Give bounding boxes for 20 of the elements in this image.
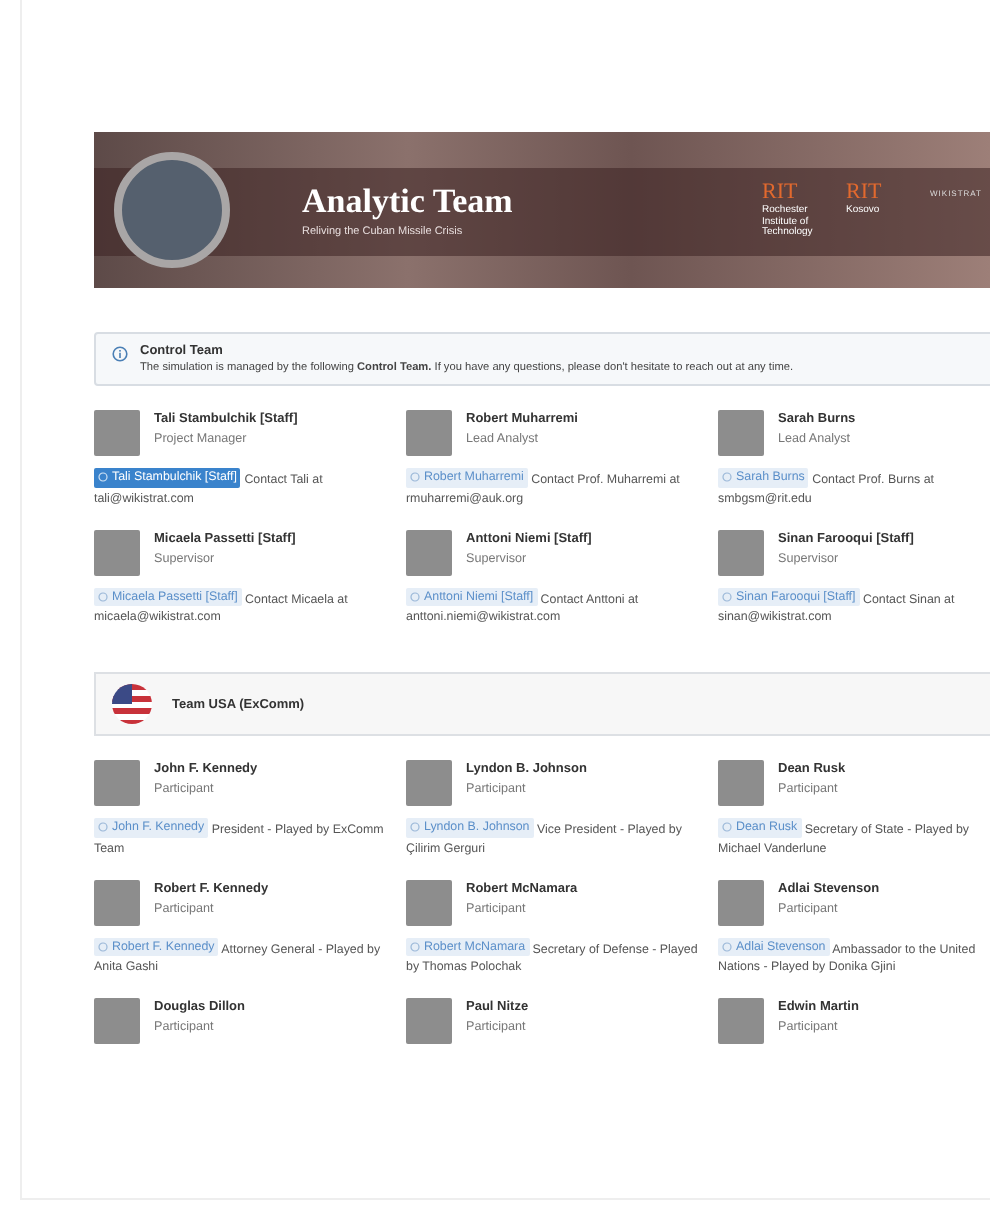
photo-placeholder: [406, 529, 452, 576]
photo-placeholder: [718, 410, 764, 456]
photo-placeholder: [94, 879, 140, 926]
logo-mark: RIT: [762, 180, 800, 205]
photo-placeholder: [406, 410, 452, 456]
flag-icon: [112, 684, 152, 725]
photo-placeholder: [718, 760, 764, 807]
info-icon: [112, 346, 128, 362]
photo-placeholder: [406, 760, 452, 807]
photo-placeholder: [94, 998, 140, 1045]
photo-placeholder: [94, 410, 140, 456]
banner-title: Analytic Team: [302, 182, 513, 222]
photo-placeholder: [718, 529, 764, 576]
photo-placeholder: [718, 998, 764, 1045]
photo-placeholder: [94, 529, 140, 576]
photo-placeholder: [406, 998, 452, 1045]
photo-placeholder: [718, 879, 764, 926]
photo-placeholder: [94, 760, 140, 807]
photo-placeholder: [406, 879, 452, 926]
logo-mark: RIT: [846, 180, 884, 205]
